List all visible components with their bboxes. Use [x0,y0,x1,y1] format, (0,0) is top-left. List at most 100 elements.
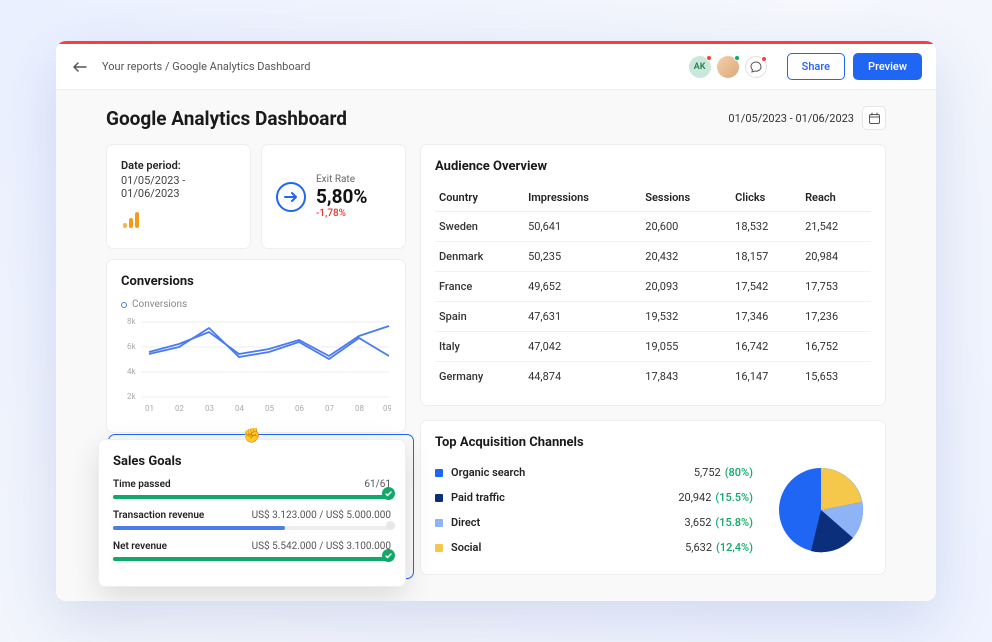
goal-value: US$ 5.542.000 / US$ 3.100.000 [252,541,391,552]
calendar-button[interactable] [862,106,886,130]
exit-rate-card: Exit Rate 5,80% -1,78% [261,144,406,249]
legend-dot [435,519,443,527]
status-dot [734,55,740,61]
channel-name: Paid traffic [451,491,678,504]
analytics-logo-icon [121,210,236,234]
goal-name: Time passed [113,479,171,490]
svg-text:05: 05 [265,404,274,413]
audience-table: CountryImpressionsSessionsClicksReach Sw… [435,184,871,391]
avatar-group: AK [689,56,767,78]
acquisition-item: Paid traffic20,942 (15.5%) [435,485,753,510]
channel-percent: (80%) [725,466,753,479]
svg-text:06: 06 [295,404,304,413]
table-row: Sweden50,64120,60018,53221,542 [435,212,871,242]
goal-item: Time passed61/61 [113,479,391,499]
date-period-value: 01/05/2023 - 01/06/2023 [121,174,236,200]
back-button[interactable] [70,57,90,77]
legend-dot [435,494,443,502]
svg-text:4k: 4k [127,367,136,376]
check-icon [382,487,395,500]
avatar[interactable]: AK [689,56,711,78]
progress-bar [113,495,391,499]
exit-rate-change: -1,78% [316,208,367,219]
channel-name: Direct [451,516,685,529]
goal-value: US$ 3.123.000 / US$ 5.000.000 [252,510,391,521]
legend-dot [435,469,443,477]
acquisition-title: Top Acquisition Channels [435,435,871,450]
top-bar: Your reports / Google Analytics Dashboar… [56,44,936,90]
channel-percent: (12,4%) [716,541,753,554]
conversions-chart: 8k 6k 4k 2k 01 02 03 04 05 06 07 08 09 [121,314,391,414]
breadcrumb[interactable]: Your reports / Google Analytics Dashboar… [102,60,310,73]
acquisition-pie-chart [771,460,871,560]
table-row: France49,65220,09317,54217,753 [435,272,871,302]
svg-text:2k: 2k [127,392,136,401]
exit-rate-label: Exit Rate [316,174,367,185]
date-period-card: Date period: 01/05/2023 - 01/06/2023 [106,144,251,249]
sales-goals-card[interactable]: ✊ Sales Goals Time passed61/61Transactio… [98,439,406,587]
acquisition-item: Direct3,652 (15.8%) [435,510,753,535]
avatar[interactable] [717,56,739,78]
acquisition-item: Organic search5,752 (80%) [435,460,753,485]
goal-item: Transaction revenue US$ 3.123.000 / US$ 5… [113,510,391,530]
page-header: Google Analytics Dashboard 01/05/2023 - … [106,106,886,130]
svg-text:01: 01 [145,404,154,413]
channel-value: 3,652 [685,516,712,529]
arrow-right-icon [276,182,306,212]
table-header: Reach [801,184,871,212]
page-title: Google Analytics Dashboard [106,107,347,130]
chat-icon[interactable] [745,56,767,78]
sales-goals-title: Sales Goals [113,454,391,469]
preview-button[interactable]: Preview [853,53,922,80]
goal-item: Net revenue US$ 5.542.000 / US$ 3.100.000 [113,541,391,561]
table-header: Clicks [731,184,801,212]
channel-value: 5,752 [694,466,721,479]
svg-text:02: 02 [175,404,184,413]
table-row: Denmark50,23520,43218,15720,984 [435,242,871,272]
date-period-label: Date period: [121,159,236,172]
notification-dot [706,55,712,61]
app-window: Your reports / Google Analytics Dashboar… [56,41,936,601]
acquisition-list: Organic search5,752 (80%)Paid traffic20,… [435,460,753,560]
goal-name: Transaction revenue [113,510,204,521]
conversions-title: Conversions [121,274,391,289]
check-icon [382,549,395,562]
date-range-label: 01/05/2023 - 01/06/2023 [728,112,854,125]
chart-legend: Conversions [121,299,391,310]
content-area: Google Analytics Dashboard 01/05/2023 - … [56,90,936,601]
channel-name: Organic search [451,466,694,479]
progress-bar [113,526,391,530]
svg-text:08: 08 [355,404,364,413]
channel-value: 5,632 [685,541,712,554]
audience-title: Audience Overview [435,159,871,174]
legend-dot [121,302,127,308]
exit-rate-value: 5,80% [316,185,367,208]
table-row: Spain47,63119,53217,34617,236 [435,302,871,332]
channel-value: 20,942 [678,491,711,504]
table-row: Italy47,04219,05516,74216,752 [435,332,871,362]
goal-name: Net revenue [113,541,167,552]
svg-text:8k: 8k [127,317,136,326]
legend-dot [435,544,443,552]
notification-dot [761,56,767,62]
conversions-card: Conversions Conversions 8k 6k 4k 2k 01 02… [106,259,406,433]
table-header: Impressions [524,184,641,212]
channel-name: Social [451,541,685,554]
channel-percent: (15.8%) [715,516,753,529]
table-header: Country [435,184,524,212]
share-button[interactable]: Share [787,53,845,80]
table-header: Sessions [641,184,731,212]
channel-percent: (15.5%) [715,491,753,504]
audience-overview-card: Audience Overview CountryImpressionsSess… [420,144,886,406]
svg-text:09: 09 [383,404,391,413]
grab-cursor-icon: ✊ [243,428,260,444]
progress-end-dot [386,521,395,530]
svg-text:03: 03 [205,404,214,413]
table-row: Germany44,87417,84316,14715,653 [435,362,871,392]
svg-text:04: 04 [235,404,244,413]
acquisition-item: Social5,632 (12,4%) [435,535,753,560]
svg-text:07: 07 [325,404,334,413]
acquisition-card: Top Acquisition Channels Organic search5… [420,420,886,575]
progress-bar [113,557,391,561]
svg-text:6k: 6k [127,342,136,351]
